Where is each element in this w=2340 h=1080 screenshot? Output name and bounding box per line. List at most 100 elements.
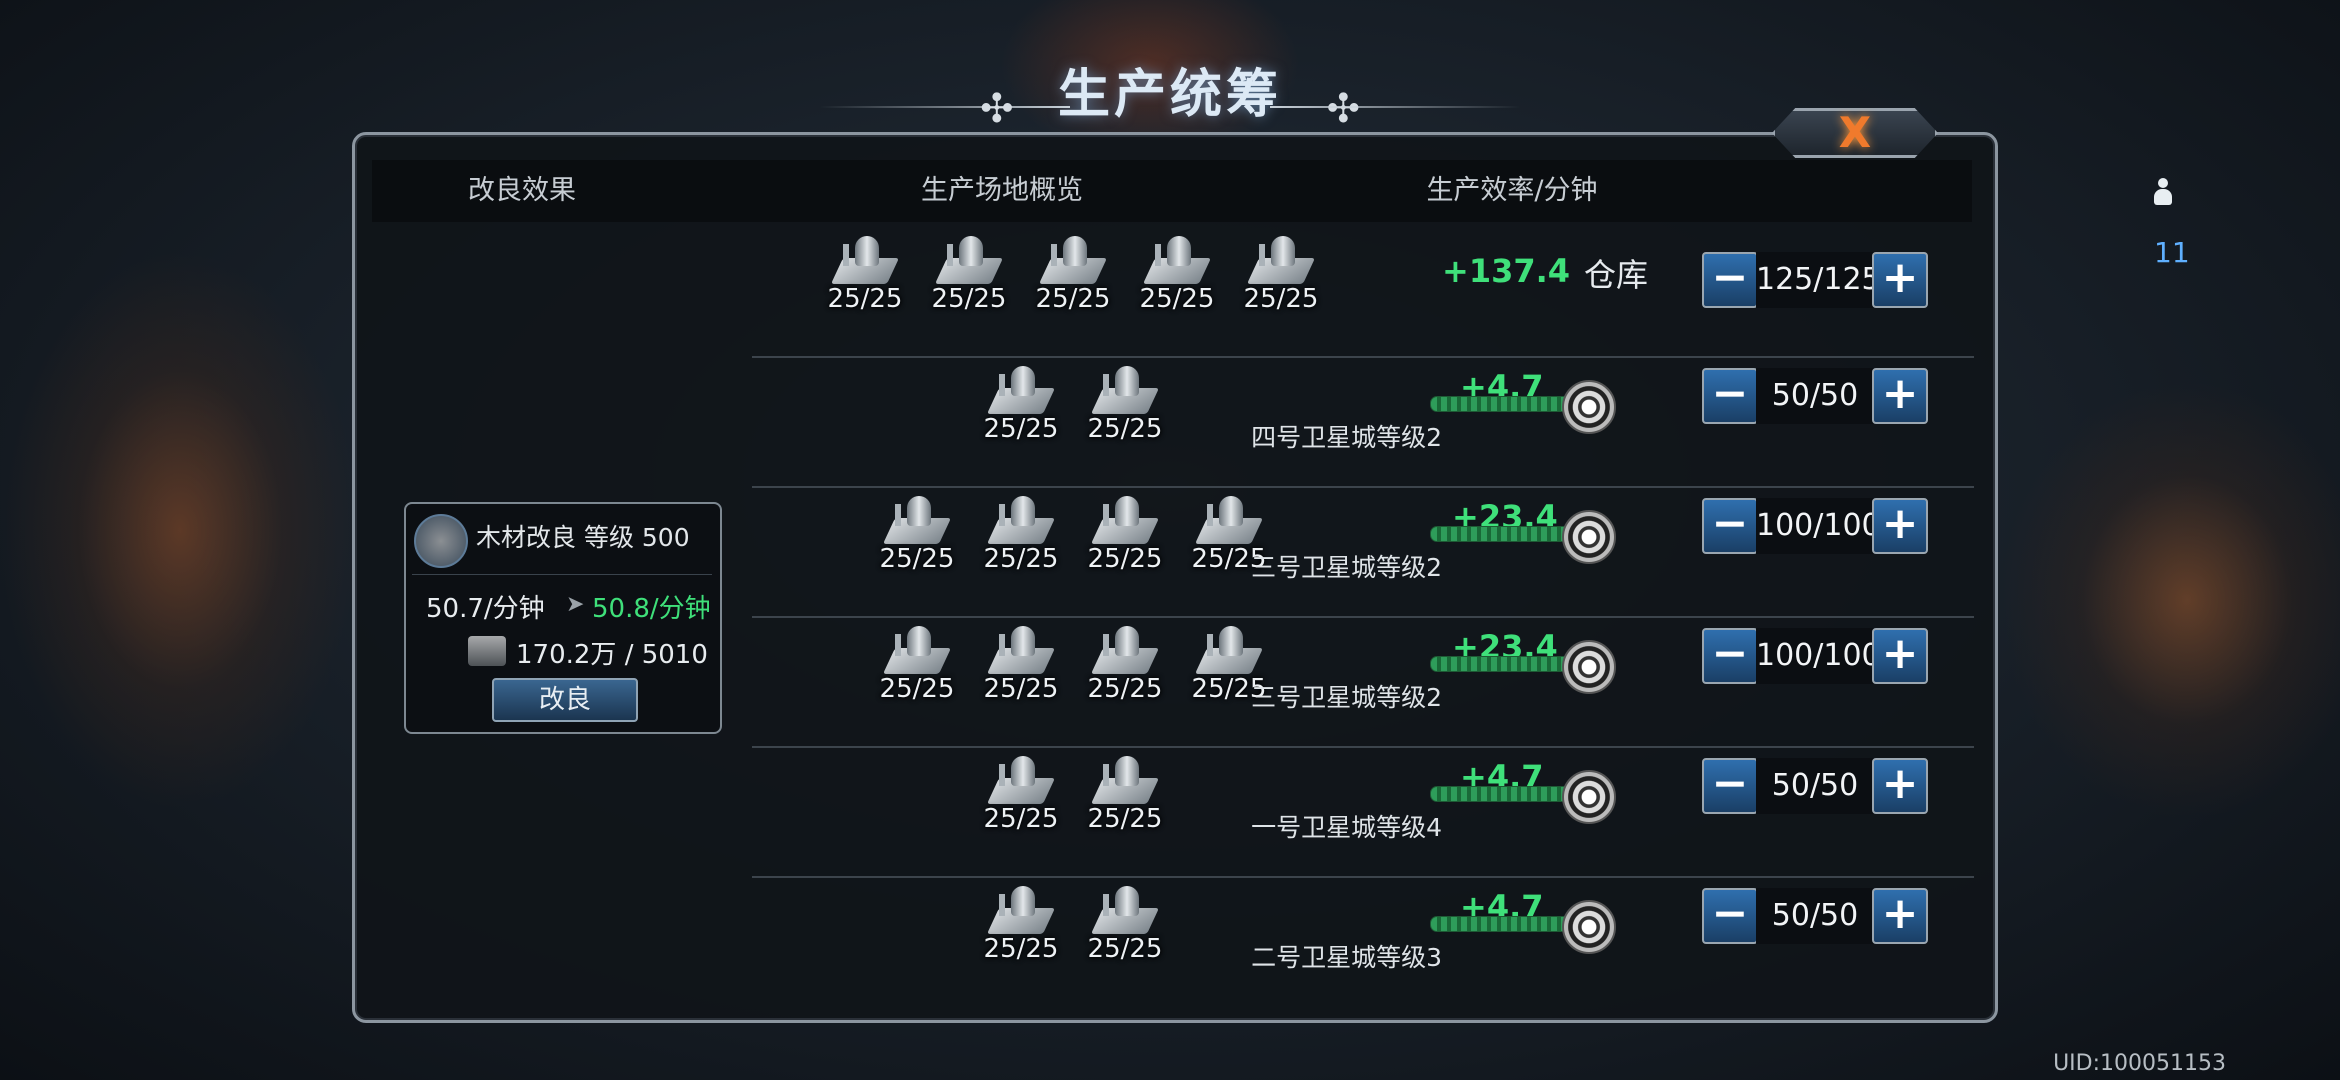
building-count: 25/25 <box>879 544 955 574</box>
title-ornament-left-icon: ✣ <box>980 86 1014 132</box>
plus-button[interactable]: + <box>1872 368 1928 424</box>
upgrade-cost: 170.2万 / 5010 <box>516 640 708 670</box>
title-line-right <box>1270 106 1520 108</box>
minus-button[interactable]: − <box>1702 498 1758 554</box>
production-row-satellite: 25/25 25/25 25/25 25/25 +23.4 三号卫星城等级2 −… <box>752 618 1974 748</box>
worker-count-value: 11 <box>2154 236 2190 269</box>
building-count: 25/25 <box>1139 284 1215 314</box>
building-count: 25/25 <box>1087 414 1163 444</box>
minus-button[interactable]: − <box>1702 888 1758 944</box>
progress-bar <box>1430 526 1572 542</box>
wood-resource-icon <box>468 636 506 666</box>
building-icon[interactable]: 25/25 <box>976 748 1066 858</box>
worker-icon <box>2154 178 2172 206</box>
stepper-value: 100/100 <box>1756 628 1881 684</box>
header-overview: 生产场地概览 <box>921 175 1083 206</box>
satellite-city-label: 二号卫星城等级3 <box>1251 943 1442 972</box>
upgrade-button[interactable]: 改良 <box>492 678 638 722</box>
satellite-city-label: 三号卫星城等级2 <box>1251 683 1442 712</box>
satellite-city-medal-icon <box>1562 380 1616 434</box>
building-count: 25/25 <box>1087 674 1163 704</box>
building-count: 25/25 <box>983 544 1059 574</box>
satellite-city-medal-icon <box>1562 510 1616 564</box>
building-count: 25/25 <box>1243 284 1319 314</box>
page-title: 生产统筹 <box>1057 64 1282 125</box>
allocation-stepper: − 100/100 + <box>1702 628 1928 684</box>
building-count: 25/25 <box>983 934 1059 964</box>
progress-bar <box>1430 396 1572 412</box>
wood-upgrade-icon <box>414 514 468 568</box>
building-count: 25/25 <box>931 284 1007 314</box>
minus-button[interactable]: − <box>1702 628 1758 684</box>
building-icon[interactable]: 25/25 <box>1028 228 1118 338</box>
minus-button[interactable]: − <box>1702 758 1758 814</box>
table-header: 改良效果 生产场地概览 生产效率/分钟 11 <box>372 160 2190 269</box>
user-id: UID:100051153 <box>2053 1051 2226 1076</box>
upgrade-card: 木材改良 等级 500 50.7/分钟 ➤ 50.8/分钟 170.2万 / 5… <box>404 502 722 734</box>
minus-button[interactable]: − <box>1702 368 1758 424</box>
production-row-satellite: 25/25 25/25 +4.7 二号卫星城等级3 − 50/50 + <box>752 878 1974 1006</box>
close-icon: X <box>1838 108 1872 157</box>
background-right-factory <box>2000 380 2340 820</box>
building-count: 25/25 <box>1087 544 1163 574</box>
worker-count: 11 <box>2154 160 2190 269</box>
plus-button[interactable]: + <box>1872 628 1928 684</box>
header-effect: 改良效果 <box>468 175 576 206</box>
warehouse-label: 仓库 <box>1584 256 1649 294</box>
plus-button[interactable]: + <box>1872 888 1928 944</box>
arrow-right-icon: ➤ <box>566 592 585 617</box>
building-count: 25/25 <box>983 674 1059 704</box>
satellite-city-medal-icon <box>1562 770 1616 824</box>
building-count: 25/25 <box>827 284 903 314</box>
building-icon[interactable]: 25/25 <box>924 228 1014 338</box>
production-row-satellite: 25/25 25/25 +4.7 一号卫星城等级4 − 50/50 + <box>752 748 1974 878</box>
stepper-value: 50/50 <box>1756 888 1874 944</box>
building-icon[interactable]: 25/25 <box>1080 618 1170 728</box>
building-icon[interactable]: 25/25 <box>1080 878 1170 988</box>
plus-button[interactable]: + <box>1872 252 1928 308</box>
close-button[interactable]: X <box>1772 108 1938 158</box>
building-icon[interactable]: 25/25 <box>1236 228 1326 338</box>
building-icon[interactable]: 25/25 <box>1080 488 1170 598</box>
plus-button[interactable]: + <box>1872 758 1928 814</box>
building-icon[interactable]: 25/25 <box>976 488 1066 598</box>
satellite-city-medal-icon <box>1562 900 1616 954</box>
minus-button[interactable]: − <box>1702 252 1758 308</box>
progress-bar <box>1430 916 1572 932</box>
title-ornament-right-icon: ✣ <box>1326 86 1360 132</box>
progress-bar <box>1430 656 1572 672</box>
satellite-city-medal-icon <box>1562 640 1616 694</box>
stepper-value: 50/50 <box>1756 368 1874 424</box>
stepper-value: 125/125 <box>1756 252 1881 308</box>
title-bar: ✣ 生产统筹 ✣ <box>820 50 1520 140</box>
allocation-stepper: − 50/50 + <box>1702 368 1928 424</box>
building-icon[interactable]: 25/25 <box>976 878 1066 988</box>
current-rate: 50.7/分钟 <box>426 594 545 624</box>
allocation-stepper: − 50/50 + <box>1702 758 1928 814</box>
building-icon[interactable]: 25/25 <box>1132 228 1222 338</box>
production-row-satellite: 25/25 25/25 25/25 25/25 +23.4 三号卫星城等级2 −… <box>752 488 1974 618</box>
building-icon[interactable]: 25/25 <box>1080 748 1170 858</box>
satellite-city-label: 三号卫星城等级2 <box>1251 553 1442 582</box>
building-icon[interactable]: 25/25 <box>976 618 1066 728</box>
building-icon[interactable]: 25/25 <box>976 358 1066 468</box>
allocation-stepper: − 100/100 + <box>1702 498 1928 554</box>
title-line-left <box>820 106 1070 108</box>
progress-bar <box>1430 786 1572 802</box>
stepper-value: 50/50 <box>1756 758 1874 814</box>
building-icon[interactable]: 25/25 <box>872 488 962 598</box>
card-divider <box>412 574 712 575</box>
building-icon[interactable]: 25/25 <box>820 228 910 338</box>
building-count: 25/25 <box>879 674 955 704</box>
next-rate: 50.8/分钟 <box>592 594 711 624</box>
allocation-stepper: − 50/50 + <box>1702 888 1928 944</box>
plus-button[interactable]: + <box>1872 498 1928 554</box>
building-count: 25/25 <box>1087 804 1163 834</box>
building-icon[interactable]: 25/25 <box>872 618 962 728</box>
building-count: 25/25 <box>1035 284 1111 314</box>
production-row-satellite: 25/25 25/25 +4.7 四号卫星城等级2 − 50/50 + <box>752 358 1974 488</box>
building-icon[interactable]: 25/25 <box>1080 358 1170 468</box>
satellite-city-label: 四号卫星城等级2 <box>1251 423 1442 452</box>
header-rate: 生产效率/分钟 <box>1426 175 1598 206</box>
building-count: 25/25 <box>1087 934 1163 964</box>
